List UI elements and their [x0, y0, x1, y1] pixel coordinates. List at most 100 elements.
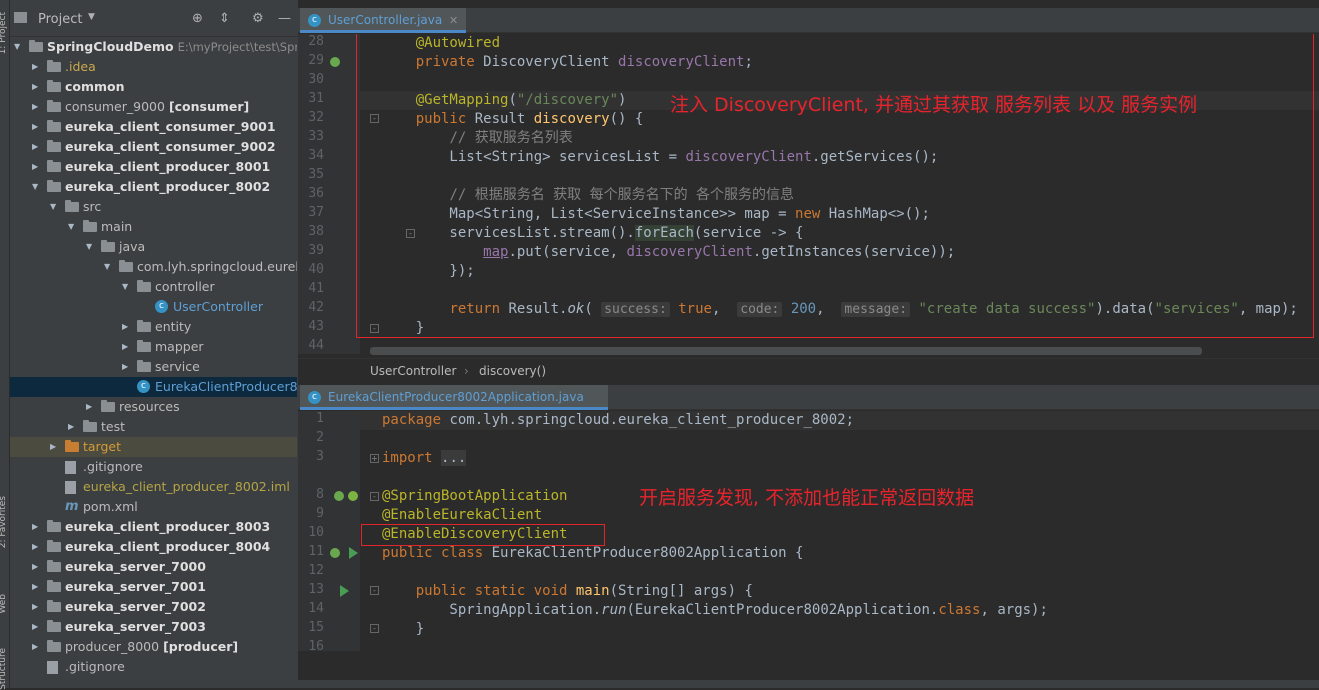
- tree-item[interactable]: eureka_client_producer_8002.iml: [10, 477, 298, 497]
- tree-item[interactable]: ▶ eureka_client_producer_8003: [10, 517, 298, 537]
- run-icon[interactable]: [340, 585, 349, 597]
- chevron-down-icon[interactable]: ▼: [122, 277, 132, 297]
- chevron-right-icon[interactable]: ▶: [122, 317, 132, 337]
- chevron-down-icon[interactable]: ▼: [88, 12, 95, 22]
- tree-item[interactable]: ▶ eureka_client_consumer_9001: [10, 117, 298, 137]
- tree-item-name: src: [83, 199, 102, 214]
- tree-item[interactable]: ▼ eureka_client_producer_8002: [10, 177, 298, 197]
- tree-item[interactable]: ▶ mapper: [10, 337, 298, 357]
- tree-item[interactable]: ▶ target: [10, 437, 298, 457]
- chevron-right-icon[interactable]: ▶: [32, 617, 42, 637]
- breadcrumb-class[interactable]: UserController: [370, 364, 456, 378]
- tab-application[interactable]: c EurekaClientProducer8002Application.ja…: [300, 385, 608, 410]
- chevron-right-icon[interactable]: ▶: [32, 577, 42, 597]
- line-number: 16: [308, 639, 324, 651]
- chevron-down-icon[interactable]: ▼: [50, 197, 60, 217]
- code-line: }: [382, 621, 425, 637]
- fold-icon[interactable]: +: [370, 454, 379, 463]
- tree-item[interactable]: ▶ test: [10, 417, 298, 437]
- breadcrumb-method[interactable]: discovery(): [479, 364, 546, 378]
- run-icon[interactable]: [349, 547, 358, 559]
- tree-item[interactable]: ▶ eureka_server_7001: [10, 577, 298, 597]
- structure-tool-tab[interactable]: Structure: [0, 648, 8, 690]
- tree-item-label: eureka_client_producer_8002.iml: [83, 477, 290, 497]
- tree-item[interactable]: ▼ java: [10, 237, 298, 257]
- chevron-down-icon[interactable]: ▼: [68, 217, 78, 237]
- editor-pane-bottom[interactable]: 1 2 3 8 9 10 11 12 13 14 15 16 + - - - package com.…: [298, 411, 1319, 651]
- tree-item[interactable]: ▼ controller: [10, 277, 298, 297]
- tree-item[interactable]: ▶ .idea: [10, 57, 298, 77]
- class-icon: c: [137, 380, 150, 393]
- tree-item[interactable]: ▶ eureka_client_producer_8001: [10, 157, 298, 177]
- tree-item-name: eureka_client_consumer_9002: [65, 139, 276, 154]
- fold-icon[interactable]: -: [370, 624, 379, 633]
- chevron-right-icon[interactable]: ▶: [32, 137, 42, 157]
- chevron-right-icon[interactable]: ▶: [122, 337, 132, 357]
- tree-item[interactable]: ▶ resources: [10, 397, 298, 417]
- tree-item[interactable]: m pom.xml: [10, 497, 298, 517]
- tree-item[interactable]: c EurekaClientProducer800: [10, 377, 298, 397]
- project-tool-tab[interactable]: 1: Project: [0, 12, 8, 54]
- gear-icon[interactable]: ⚙: [252, 11, 264, 26]
- chevron-right-icon[interactable]: ▶: [32, 77, 42, 97]
- chevron-right-icon[interactable]: ▶: [32, 537, 42, 557]
- fold-icon[interactable]: -: [370, 586, 379, 595]
- web-tool-tab[interactable]: Web: [0, 594, 8, 614]
- fold-icon[interactable]: -: [370, 492, 379, 501]
- chevron-down-icon[interactable]: ▼: [32, 177, 42, 197]
- spring-bean-icon[interactable]: [330, 548, 340, 558]
- chevron-right-icon[interactable]: ▶: [32, 557, 42, 577]
- chevron-right-icon[interactable]: ▶: [32, 517, 42, 537]
- tree-item[interactable]: ▼ src: [10, 197, 298, 217]
- tree-item[interactable]: ▶ eureka_server_7003: [10, 617, 298, 637]
- spring-bean-icon[interactable]: [348, 491, 358, 501]
- tree-item[interactable]: ▶ producer_8000 [producer]: [10, 637, 298, 657]
- collapse-icon[interactable]: ⇕: [219, 11, 230, 26]
- code-line: @SpringBootApplication: [382, 488, 568, 504]
- line-number: 12: [308, 563, 324, 578]
- chevron-right-icon[interactable]: ▶: [32, 57, 42, 77]
- chevron-right-icon[interactable]: ▶: [32, 157, 42, 177]
- chevron-down-icon[interactable]: ▼: [14, 37, 24, 57]
- tab-user-controller[interactable]: c UserController.java ✕: [300, 8, 467, 33]
- tree-item[interactable]: ▼ com.lyh.springcloud.eureka_: [10, 257, 298, 277]
- tree-item[interactable]: ▶ eureka_client_consumer_9002: [10, 137, 298, 157]
- tree-item-label: com.lyh.springcloud.eureka_: [137, 257, 298, 277]
- favorites-tool-tab[interactable]: 2: Favorites: [0, 496, 8, 548]
- chevron-right-icon[interactable]: ▶: [50, 437, 60, 457]
- chevron-down-icon[interactable]: ▼: [104, 257, 114, 277]
- tree-item[interactable]: .gitignore: [10, 657, 298, 677]
- chevron-right-icon[interactable]: ▶: [32, 597, 42, 617]
- chevron-right-icon[interactable]: ▶: [122, 357, 132, 377]
- folder-icon: [47, 580, 61, 592]
- chevron-right-icon[interactable]: ▶: [86, 397, 96, 417]
- tree-item[interactable]: ▼ SpringCloudDemo E:\myProject\test\Sprin: [10, 37, 298, 57]
- tree-item[interactable]: ▶ consumer_9000 [consumer]: [10, 97, 298, 117]
- locate-icon[interactable]: ⊕: [192, 11, 203, 26]
- tree-item[interactable]: .gitignore: [10, 457, 298, 477]
- spring-bean-icon[interactable]: [334, 491, 344, 501]
- minimize-icon[interactable]: —: [278, 11, 291, 26]
- chevron-right-icon[interactable]: ▶: [32, 117, 42, 137]
- chevron-right-icon[interactable]: ▶: [32, 637, 42, 657]
- close-icon[interactable]: ✕: [449, 8, 458, 33]
- tree-item-label: src: [83, 197, 101, 217]
- chevron-down-icon[interactable]: ▼: [86, 237, 96, 257]
- folder-icon: [47, 160, 61, 172]
- editor-pane-top[interactable]: 28 29 30 31 32 33 34 35 36 37 38 39 40 41 42 43 44 - - -…: [298, 34, 1319, 354]
- tree-item[interactable]: ▶ eureka_server_7002: [10, 597, 298, 617]
- project-panel-title[interactable]: Project: [38, 12, 82, 27]
- tree-item-name: consumer_9000: [65, 99, 165, 114]
- tree-item[interactable]: ▶ entity: [10, 317, 298, 337]
- spring-bean-icon[interactable]: [330, 57, 340, 67]
- annotation-note-top: 注入 DiscoveryClient, 并通过其获取 服务列表 以及 服务实例: [670, 94, 1198, 116]
- chevron-right-icon[interactable]: ▶: [32, 97, 42, 117]
- tree-item[interactable]: ▼ main: [10, 217, 298, 237]
- tree-item[interactable]: c UserController: [10, 297, 298, 317]
- chevron-right-icon[interactable]: ▶: [68, 417, 78, 437]
- horizontal-scrollbar[interactable]: [370, 347, 1202, 355]
- tree-item[interactable]: ▶ service: [10, 357, 298, 377]
- tree-item[interactable]: ▶ eureka_server_7000: [10, 557, 298, 577]
- tree-item[interactable]: ▶ common: [10, 77, 298, 97]
- tree-item[interactable]: ▶ eureka_client_producer_8004: [10, 537, 298, 557]
